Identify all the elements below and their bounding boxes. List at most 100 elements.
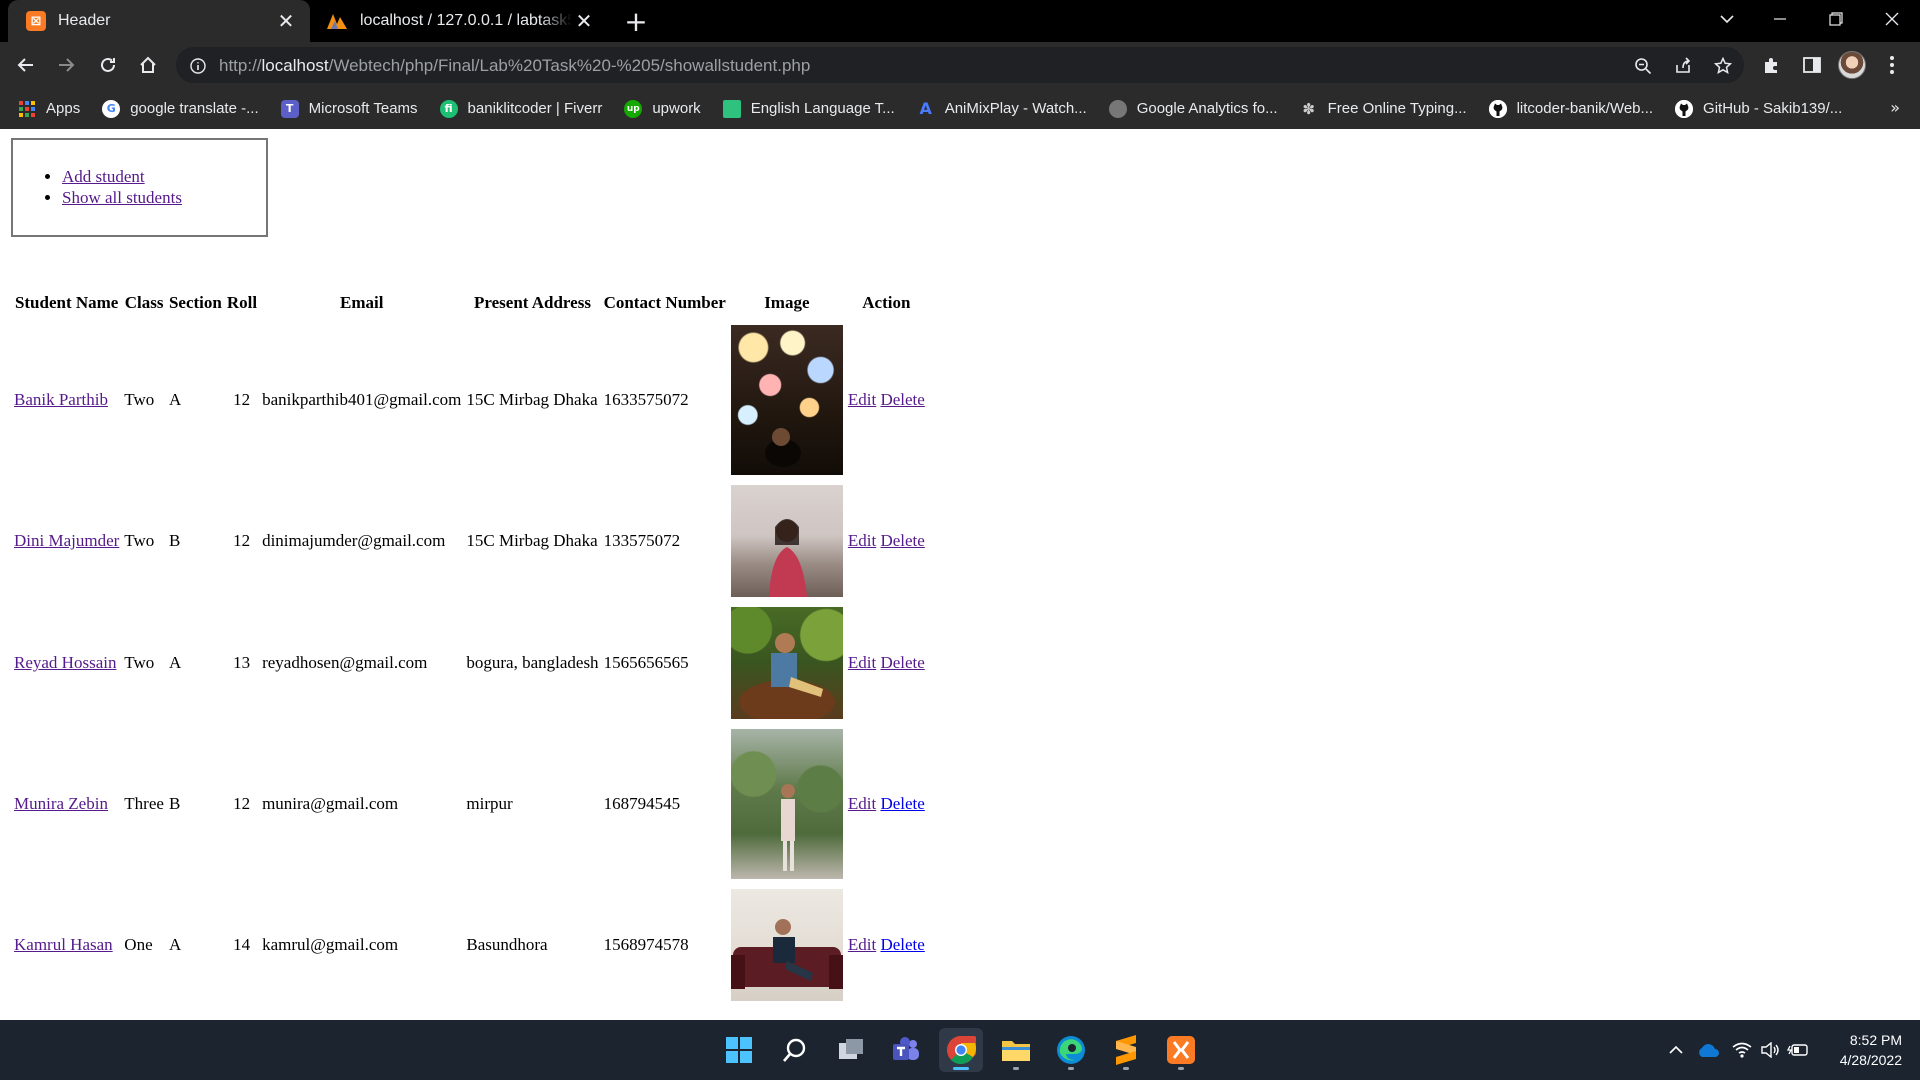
table-row: Banik Parthib Two A 12 banikparthib401@g…	[13, 325, 926, 475]
bookmark-upwork[interactable]: up upwork	[624, 99, 701, 118]
edit-link[interactable]: Edit	[848, 653, 876, 672]
forward-arrow-icon	[59, 58, 75, 72]
delete-link[interactable]: Delete	[880, 531, 924, 550]
menu-button[interactable]	[1876, 49, 1908, 81]
tab-header[interactable]: ⊠ Header ✕	[8, 0, 310, 42]
student-name-link[interactable]: Banik Parthib	[14, 390, 108, 409]
email-cell: munira@gmail.com	[262, 794, 399, 813]
running-indicator	[1178, 1067, 1184, 1070]
address-bar[interactable]: http://localhost/Webtech/php/Final/Lab%2…	[176, 47, 1744, 83]
tab-phpmyadmin[interactable]: localhost / 127.0.0.1 / labtask5 / s ✕	[316, 0, 608, 42]
back-button[interactable]	[10, 49, 42, 81]
delete-link[interactable]: Delete	[880, 653, 924, 672]
edit-link[interactable]: Edit	[848, 531, 876, 550]
volume-icon[interactable]	[1756, 1032, 1784, 1068]
side-panel-icon	[1803, 57, 1821, 73]
onedrive-icon[interactable]	[1694, 1032, 1722, 1068]
bookmark-label: GitHub - Sakib139/...	[1703, 100, 1843, 117]
file-explorer-icon[interactable]	[994, 1028, 1038, 1072]
address-cell: Basundhora	[466, 935, 548, 954]
url-text[interactable]: http://localhost/Webtech/php/Final/Lab%2…	[219, 56, 810, 76]
edit-link[interactable]: Edit	[848, 390, 876, 409]
restore-button[interactable]	[1808, 0, 1864, 38]
edit-link[interactable]: Edit	[848, 794, 876, 813]
image-cell	[730, 485, 844, 597]
image-cell	[730, 729, 844, 879]
fiverr-icon: fi	[439, 99, 458, 118]
column-header-present-address: Present Address	[473, 293, 591, 312]
action-cell: Edit Delete	[847, 325, 926, 475]
nav-list: Add student Show all students	[62, 166, 182, 208]
edit-link[interactable]: Edit	[848, 935, 876, 954]
image-cell	[730, 325, 844, 475]
kebab-menu-icon	[1890, 56, 1894, 74]
bookmarks-overflow-button[interactable]: »	[1890, 98, 1900, 117]
windows-start-icon[interactable]	[717, 1028, 761, 1072]
edge-icon[interactable]	[1049, 1028, 1093, 1072]
profile-button[interactable]	[1836, 49, 1868, 81]
action-cell: Edit Delete	[847, 729, 926, 879]
reload-icon	[101, 57, 115, 72]
tab-search-button[interactable]	[1704, 0, 1750, 38]
paw-icon: ✽	[1302, 99, 1315, 118]
show-all-students-link[interactable]: Show all students	[62, 188, 182, 207]
extensions-button[interactable]	[1756, 49, 1788, 81]
bookmark-github-litcoder[interactable]: litcoder-banik/Web...	[1488, 99, 1653, 118]
browser-toolbar: http://localhost/Webtech/php/Final/Lab%2…	[0, 42, 1920, 88]
share-icon[interactable]	[1671, 54, 1695, 78]
close-tab-icon[interactable]: ✕	[572, 9, 596, 33]
bookmark-apps[interactable]: Apps	[18, 100, 80, 118]
system-clock[interactable]: 8:52 PM 4/28/2022	[1840, 1030, 1902, 1070]
student-name-link[interactable]: Dini Majumder	[14, 531, 119, 550]
bookmark-typing[interactable]: ✽ Free Online Typing...	[1300, 99, 1466, 118]
bookmark-microsoft-teams[interactable]: T Microsoft Teams	[280, 99, 418, 118]
sublime-text-icon[interactable]	[1104, 1028, 1148, 1072]
side-panel-button[interactable]	[1796, 49, 1828, 81]
student-name-link[interactable]: Munira Zebin	[14, 794, 108, 813]
site-info-icon[interactable]	[187, 55, 209, 77]
minimize-button[interactable]	[1752, 0, 1808, 38]
bookmark-google-analytics[interactable]: Google Analytics fo...	[1108, 99, 1278, 118]
chevron-up-icon[interactable]	[1662, 1032, 1690, 1068]
reload-button[interactable]	[92, 49, 124, 81]
email-cell: reyadhosen@gmail.com	[262, 653, 428, 672]
phpmyadmin-icon	[326, 11, 348, 31]
search-icon[interactable]	[773, 1028, 817, 1072]
tab-title: localhost / 127.0.0.1 / labtask5 / s	[360, 12, 572, 29]
wifi-icon[interactable]	[1728, 1032, 1756, 1068]
student-photo	[730, 607, 843, 719]
bookmarks-bar: Apps G google translate -... T Microsoft…	[0, 88, 1920, 129]
forward-button[interactable]	[50, 49, 82, 81]
zoom-icon[interactable]	[1631, 54, 1655, 78]
close-window-button[interactable]	[1864, 0, 1920, 38]
xampp-icon[interactable]	[1159, 1028, 1203, 1072]
section-cell: B	[168, 531, 181, 550]
back-arrow-icon	[17, 58, 33, 72]
puzzle-icon	[1765, 58, 1777, 73]
chrome-icon[interactable]	[939, 1028, 983, 1072]
bookmark-english-language[interactable]: English Language T...	[722, 99, 895, 118]
contact-cell: 133575072	[603, 531, 681, 550]
battery-icon[interactable]	[1784, 1032, 1812, 1068]
student-name-link[interactable]: Kamrul Hasan	[14, 935, 113, 954]
delete-link[interactable]: Delete	[880, 794, 924, 813]
delete-link[interactable]: Delete	[880, 935, 924, 954]
bookmark-fiverr[interactable]: fi baniklitcoder | Fiverr	[439, 99, 602, 118]
section-cell: A	[168, 653, 182, 672]
section-cell: A	[168, 390, 182, 409]
bookmark-animixplay[interactable]: A AniMixPlay - Watch...	[917, 99, 1087, 118]
close-tab-icon[interactable]: ✕	[274, 9, 298, 33]
bookmark-github-sakib[interactable]: GitHub - Sakib139/...	[1675, 99, 1843, 118]
home-button[interactable]	[132, 49, 164, 81]
bookmark-star-icon[interactable]	[1711, 54, 1735, 78]
task-view-icon[interactable]	[829, 1028, 873, 1072]
student-name-link[interactable]: Reyad Hossain	[14, 653, 116, 672]
window-controls	[1752, 0, 1920, 42]
teams-icon[interactable]	[884, 1028, 928, 1072]
roll-cell: 12	[233, 531, 251, 550]
add-student-link[interactable]: Add student	[62, 167, 145, 186]
new-tab-button[interactable]: +	[620, 5, 652, 38]
bookmark-google-translate[interactable]: G google translate -...	[102, 99, 259, 118]
delete-link[interactable]: Delete	[880, 390, 924, 409]
column-header-action: Action	[862, 293, 911, 312]
